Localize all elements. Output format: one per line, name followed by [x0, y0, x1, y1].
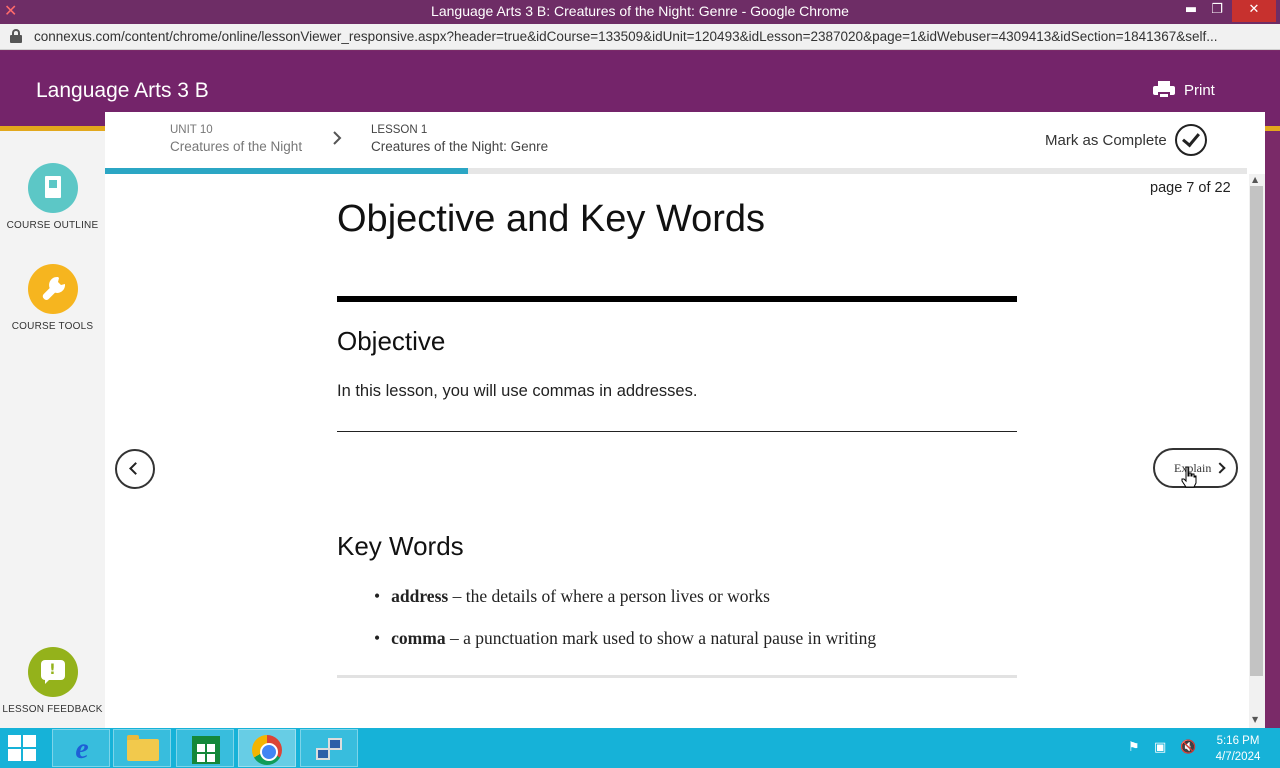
breadcrumb-lesson: LESSON 1 Creatures of the Night: Genre: [371, 124, 548, 154]
course-outline-label: COURSE OUTLINE: [6, 220, 99, 231]
scroll-down-icon[interactable]: ▼: [1252, 715, 1258, 724]
internet-explorer-icon[interactable]: e: [52, 729, 110, 767]
volume-muted-icon[interactable]: 🔇: [1180, 740, 1196, 756]
objective-divider: [337, 431, 1017, 432]
course-title: Language Arts 3 B: [36, 79, 209, 102]
course-tools-button[interactable]: COURSE TOOLS: [0, 264, 105, 332]
vertical-scrollbar[interactable]: ▲ ▼: [1249, 174, 1265, 728]
lesson-progress-bar: [105, 168, 1247, 174]
breadcrumb: UNIT 10 Creatures of the Night LESSON 1 …: [105, 112, 1265, 168]
chevron-left-icon: [129, 462, 142, 475]
keyword-term: comma: [391, 628, 446, 648]
title-divider: [337, 296, 1017, 302]
print-button[interactable]: Print: [1153, 81, 1215, 99]
book-icon: [27, 163, 78, 213]
content-bottom-divider: [337, 675, 1017, 678]
mark-complete-label: Mark as Complete: [1045, 131, 1167, 149]
printer-icon: [1153, 81, 1175, 99]
address-bar[interactable]: connexus.com/content/chrome/online/lesso…: [0, 24, 1280, 50]
window-title: Language Arts 3 B: Creatures of the Nigh…: [431, 3, 849, 19]
keyword-term: address: [391, 586, 449, 606]
page-title: Objective and Key Words: [337, 198, 766, 240]
keyword-item: address – the details of where a person …: [374, 586, 876, 628]
scroll-thumb[interactable]: [1250, 186, 1263, 676]
chrome-icon[interactable]: [238, 729, 296, 767]
close-button[interactable]: ✕: [1232, 0, 1276, 22]
hand-cursor-icon: [1181, 466, 1197, 488]
keyword-definition: – the details of where a person lives or…: [448, 586, 770, 606]
flag-icon[interactable]: ⚑: [1128, 740, 1144, 756]
system-clock[interactable]: 5:16 PM 4/7/2024: [1204, 733, 1272, 765]
maximize-button[interactable]: ❐: [1206, 0, 1228, 22]
lock-icon[interactable]: [10, 29, 22, 43]
keywords-list: address – the details of where a person …: [374, 586, 876, 670]
lesson-progress-fill: [105, 168, 469, 174]
clock-time: 5:16 PM: [1216, 735, 1260, 747]
unit-kicker: UNIT 10: [170, 124, 213, 136]
file-explorer-icon[interactable]: [113, 729, 171, 767]
print-label: Print: [1184, 81, 1215, 99]
previous-page-button[interactable]: [115, 449, 155, 489]
left-sidebar: COURSE OUTLINE COURSE TOOLS ! LESSON FEE…: [0, 131, 105, 728]
windows-taskbar: e ⚑ ▣ 🔇 5:16 PM 4/7/2024: [0, 728, 1280, 768]
system-tray: ⚑ ▣ 🔇: [1128, 740, 1196, 756]
mark-complete-button[interactable]: Mark as Complete: [1045, 124, 1207, 156]
clock-date: 4/7/2024: [1215, 751, 1261, 763]
check-circle-icon: [1174, 124, 1207, 156]
course-tools-label: COURSE TOOLS: [11, 321, 94, 332]
windows-start-icon[interactable]: [8, 735, 38, 762]
lesson-name: Creatures of the Night: Genre: [371, 139, 549, 154]
scroll-up-icon[interactable]: ▲: [1252, 175, 1258, 184]
lesson-card: UNIT 10 Creatures of the Night LESSON 1 …: [105, 112, 1265, 728]
network-icon[interactable]: [300, 729, 358, 767]
keywords-heading: Key Words: [337, 531, 464, 561]
keyword-definition: – a punctuation mark used to show a natu…: [445, 628, 877, 648]
course-outline-button[interactable]: COURSE OUTLINE: [0, 163, 105, 231]
chevron-right-icon: [1214, 462, 1226, 474]
minimize-button[interactable]: ▬: [1180, 0, 1202, 22]
lesson-feedback-label: LESSON FEEDBACK: [2, 704, 103, 715]
lesson-content: Objective and Key Words Objective In thi…: [337, 198, 1017, 678]
window-titlebar: ✕ Language Arts 3 B: Creatures of the Ni…: [0, 0, 1280, 24]
chat-icon: !: [27, 647, 78, 697]
unit-name: Creatures of the Night: [170, 139, 303, 154]
lesson-kicker: LESSON 1: [371, 124, 428, 136]
keyword-item: comma – a punctuation mark used to show …: [374, 628, 876, 670]
objective-heading: Objective: [337, 326, 446, 356]
lesson-feedback-button[interactable]: ! LESSON FEEDBACK: [0, 647, 105, 715]
store-icon[interactable]: [176, 729, 234, 767]
page-counter: page 7 of 22: [1150, 180, 1231, 196]
breadcrumb-unit[interactable]: UNIT 10 Creatures of the Night: [170, 124, 302, 154]
objective-text: In this lesson, you will use commas in a…: [337, 382, 698, 400]
url-text[interactable]: connexus.com/content/chrome/online/lesso…: [34, 29, 1274, 44]
wrench-icon: [27, 264, 78, 314]
network-status-icon[interactable]: ▣: [1154, 740, 1170, 756]
chevron-right-icon: [333, 131, 342, 145]
